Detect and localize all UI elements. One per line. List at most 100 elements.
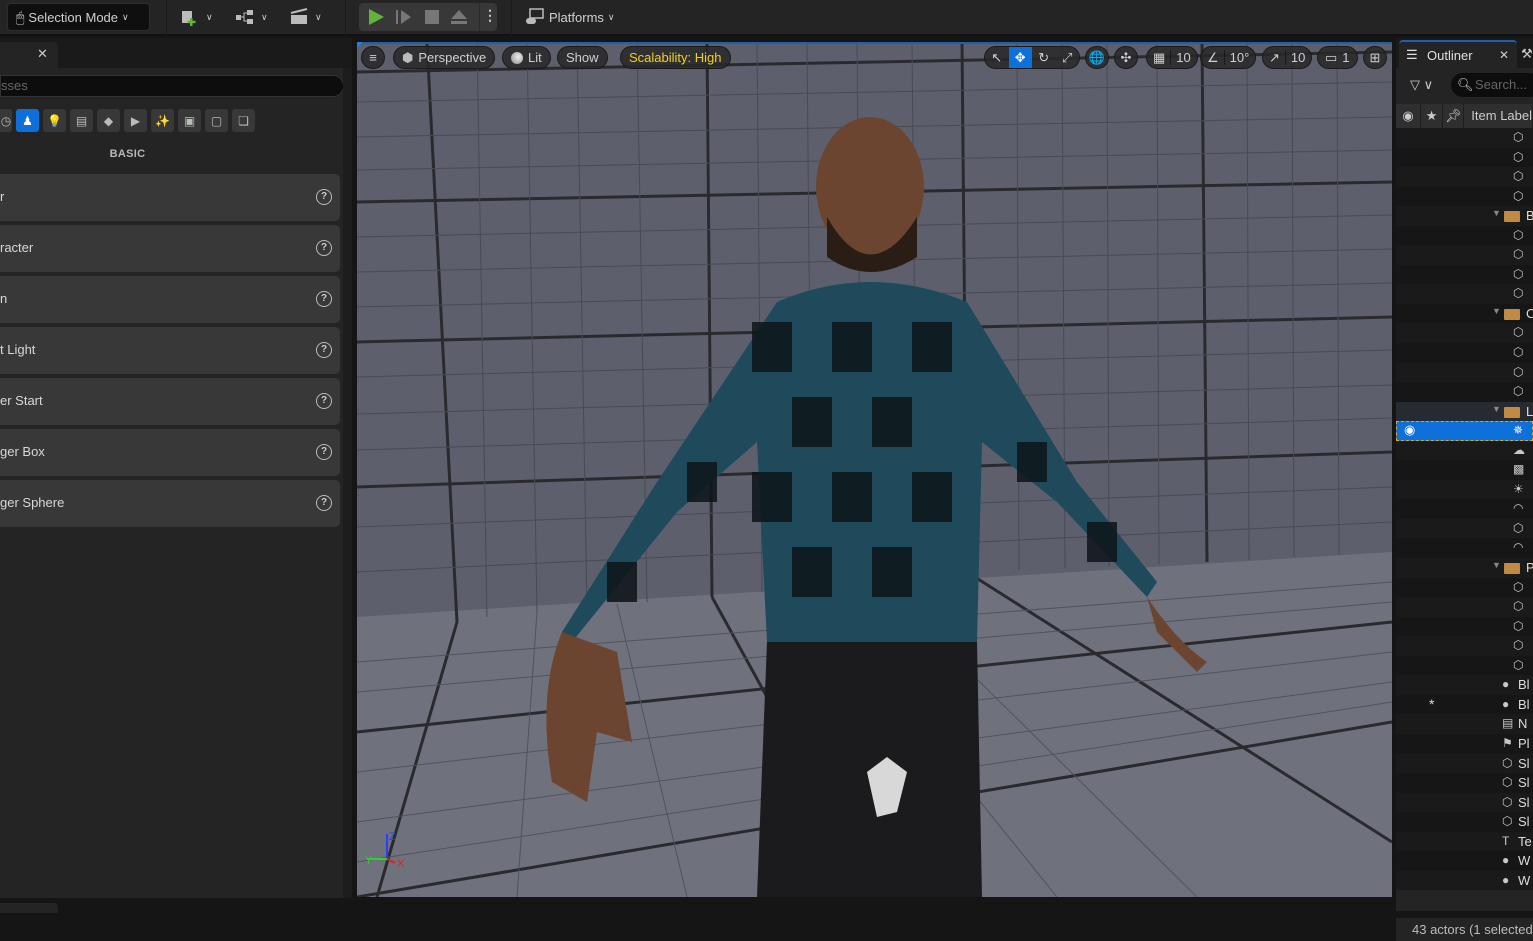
actor-item[interactable]: er Start ? (0, 378, 340, 425)
panels-category-icon[interactable]: ❏ (232, 109, 255, 132)
actor-item[interactable]: ger Box ? (0, 429, 340, 476)
outliner-actor-row[interactable]: ⬡ (1396, 186, 1533, 207)
pin-star-column-icon[interactable]: ★ (1421, 104, 1444, 128)
outliner-actor-row[interactable]: * ● Bl (1396, 694, 1533, 715)
outliner-actor-row[interactable]: ● W (1396, 851, 1533, 871)
help-icon[interactable]: ? (316, 189, 332, 205)
visual-effects-category-icon[interactable]: ◆ (97, 109, 120, 132)
pin-column-icon[interactable]: 📌︎ (1443, 104, 1465, 128)
expand-arrow-icon[interactable]: ▼ (1492, 208, 1501, 218)
viewport-layout-button[interactable]: ⊞ (1363, 46, 1387, 69)
scale-tool-icon[interactable]: ⤢ (1056, 50, 1080, 66)
filter-icon[interactable]: ▽ ∨ (1410, 77, 1433, 93)
rotation-snap-button[interactable]: ∠ 10° (1200, 46, 1257, 69)
select-tool-icon[interactable]: ↖ (985, 50, 1009, 66)
outliner-actor-row[interactable]: ⬡ (1396, 382, 1533, 402)
add-actor-button[interactable]: ∨ (180, 3, 213, 31)
outliner-actor-row[interactable]: ⬡ (1396, 245, 1533, 265)
lighting-mode-button[interactable]: Lit (502, 46, 551, 69)
outliner-folder-row[interactable]: ▼ Bl (1396, 206, 1533, 226)
outliner-actor-row[interactable]: T Te (1396, 831, 1533, 852)
surface-snap-button[interactable]: ✣ (1114, 46, 1138, 69)
outliner-actor-row[interactable]: ◠ (1396, 499, 1533, 519)
advance-frame-button[interactable] (395, 7, 413, 32)
play-button[interactable] (367, 7, 385, 32)
outliner-folder-row[interactable]: ▼ Li (1396, 401, 1533, 422)
actor-item[interactable]: ger Sphere ? (0, 480, 340, 527)
outliner-actor-row[interactable]: ⬡ (1396, 147, 1533, 168)
visibility-column-icon[interactable]: ◉ (1396, 104, 1421, 128)
outliner-actor-row[interactable]: ● Bl (1396, 675, 1533, 695)
bottom-drawer-tab[interactable] (0, 903, 58, 913)
outliner-search-input[interactable]: 🔍︎ Search... (1451, 73, 1533, 97)
outliner-actor-row[interactable]: ⬡ Sl (1396, 773, 1533, 793)
help-icon[interactable]: ? (316, 342, 332, 358)
outliner-actor-row[interactable]: ⬡ (1396, 284, 1533, 304)
details-tab-icon[interactable]: ⚒ (1521, 46, 1533, 62)
outliner-actor-row[interactable]: ⬡ (1396, 167, 1533, 187)
outliner-actor-row[interactable]: ◠ (1396, 538, 1533, 559)
grid-snap-button[interactable]: ▦ 10 (1146, 46, 1198, 69)
outliner-actor-row[interactable]: ⬡ (1396, 655, 1533, 676)
stop-button[interactable] (423, 7, 441, 32)
outliner-actor-row[interactable]: ⬡ (1396, 597, 1533, 617)
viewport-options-button[interactable]: ≡ (361, 46, 385, 69)
level-viewport[interactable]: ≡ ⬢ Perspective Lit Show Scalability: Hi… (357, 42, 1392, 897)
outliner-actor-row[interactable]: ⬡ (1396, 518, 1533, 539)
basic-category-icon[interactable]: ♟ (16, 109, 39, 132)
translate-tool-icon[interactable]: ✥ (1008, 47, 1032, 68)
outliner-actor-row[interactable]: ⬡ (1396, 362, 1533, 383)
eject-button[interactable] (450, 7, 468, 32)
outliner-actor-row[interactable]: ⬡ (1396, 225, 1533, 246)
show-flags-button[interactable]: Show (557, 46, 608, 69)
expand-arrow-icon[interactable]: ▼ (1492, 404, 1501, 414)
actor-item[interactable]: r ? (0, 174, 340, 221)
blueprints-button[interactable]: ∨ (235, 3, 268, 31)
outliner-actor-row[interactable]: ⬡ (1396, 577, 1533, 598)
outliner-actor-row[interactable]: ⬡ Sl (1396, 753, 1533, 774)
outliner-actor-row[interactable]: ☁ (1396, 440, 1533, 461)
lights-category-icon[interactable]: 💡 (43, 109, 66, 132)
help-icon[interactable]: ? (316, 444, 332, 460)
scale-snap-button[interactable]: ↗ 10 (1262, 46, 1313, 69)
outliner-actor-row[interactable]: ⚑ Pl (1396, 733, 1533, 754)
actor-item[interactable]: t Light ? (0, 327, 340, 374)
outliner-actor-row[interactable]: ▩ (1396, 460, 1533, 480)
outliner-actor-row[interactable]: ◉ ✵ (1396, 421, 1533, 441)
outliner-actor-row[interactable]: ⬡ Sl (1396, 792, 1533, 813)
cinematic-category-icon[interactable]: ▤ (70, 109, 93, 132)
platforms-button[interactable]: Platforms ∨ (525, 3, 615, 31)
visibility-eye-icon[interactable]: ◉ (1404, 422, 1415, 438)
close-tab-icon[interactable]: ✕ (1499, 48, 1509, 62)
recent-category-icon[interactable]: ◷ (0, 109, 12, 132)
actor-item[interactable]: racter ? (0, 225, 340, 272)
cinematics-button[interactable]: ∨ (289, 3, 322, 31)
outliner-actor-row[interactable]: ⬡ (1396, 636, 1533, 656)
outliner-tab[interactable]: ☰ Outliner ✕ (1399, 40, 1517, 68)
help-icon[interactable]: ? (316, 393, 332, 409)
outliner-actor-row[interactable]: ☀ (1396, 479, 1533, 500)
selection-mode-dropdown[interactable]: 🖱 Selection Mode ∨ (7, 3, 150, 31)
rotate-tool-icon[interactable]: ↻ (1032, 50, 1056, 66)
help-icon[interactable]: ? (316, 240, 332, 256)
outliner-folder-row[interactable]: ▼ Pl (1396, 558, 1533, 578)
class-search-input[interactable]: sses (0, 75, 344, 97)
all-classes-category-icon[interactable]: ▣ (178, 109, 201, 132)
item-label-column[interactable]: Item Label (1464, 104, 1533, 128)
outliner-actor-row[interactable]: ▤ N (1396, 714, 1533, 734)
place-actors-tab[interactable]: ✕ (0, 42, 58, 68)
outliner-actor-row[interactable]: ● W (1396, 870, 1533, 891)
outliner-actor-row[interactable]: ⬡ (1396, 323, 1533, 344)
outliner-actor-row[interactable]: ⬡ (1396, 264, 1533, 285)
outliner-actor-row[interactable]: ⬡ (1396, 343, 1533, 363)
coordinate-space-button[interactable]: 🌐 (1085, 46, 1109, 69)
more-options-icon[interactable]: ⋮ (483, 7, 497, 24)
help-icon[interactable]: ? (316, 495, 332, 511)
camera-speed-button[interactable]: ▭ 1 (1317, 46, 1358, 69)
outliner-actor-row[interactable]: ⬡ (1396, 128, 1533, 148)
outliner-actor-row[interactable]: ⬡ Sl (1396, 812, 1533, 832)
close-tab-icon[interactable]: ✕ (37, 46, 48, 62)
expand-arrow-icon[interactable]: ▼ (1492, 560, 1501, 570)
shapes-category-icon[interactable]: ▢ (205, 109, 228, 132)
scalability-button[interactable]: Scalability: High (620, 46, 731, 69)
